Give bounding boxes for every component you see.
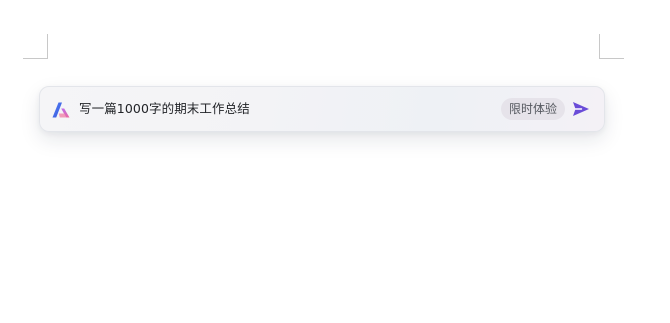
- send-arrow-icon[interactable]: [572, 101, 590, 117]
- ai-prompt-bar[interactable]: 写一篇1000字的期末工作总结 限时体验: [39, 86, 605, 132]
- page-corner-mark-top-left: [23, 34, 48, 59]
- ai-assistant-logo-icon: [52, 102, 70, 118]
- limited-trial-badge: 限时体验: [501, 98, 566, 120]
- prompt-text[interactable]: 写一篇1000字的期末工作总结: [79, 87, 250, 131]
- page-corner-mark-top-right: [599, 34, 624, 59]
